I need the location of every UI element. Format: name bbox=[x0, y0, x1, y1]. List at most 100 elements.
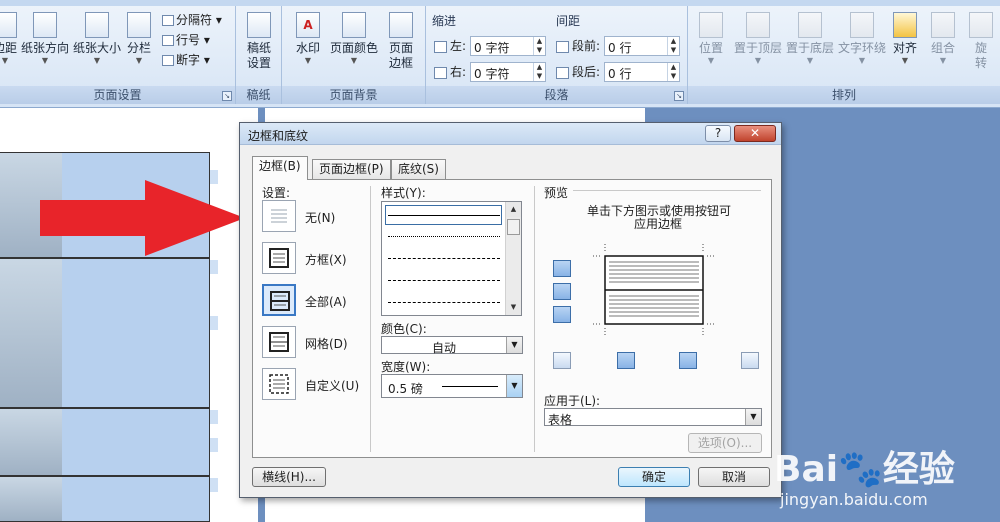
tab-borders[interactable]: 边框(B) bbox=[252, 156, 308, 180]
chevron-down-icon[interactable]: ▼ bbox=[745, 409, 761, 425]
chevron-down-icon: ▼ bbox=[806, 56, 814, 65]
red-arrow-annotation bbox=[40, 180, 245, 256]
color-select[interactable]: 自动 ▼ bbox=[381, 336, 523, 355]
dialog-launcher-icon[interactable]: ↘ bbox=[674, 91, 684, 101]
settings-title: 设置: bbox=[262, 186, 291, 200]
group-draft-paper: 稿纸 设置 稿纸 bbox=[236, 6, 282, 104]
spinner-arrows-icon[interactable]: ▲ ▼ bbox=[533, 37, 545, 55]
setting-all-icon[interactable] bbox=[262, 284, 296, 316]
group-button[interactable]: 组合 ▼ bbox=[928, 12, 958, 66]
animal-image bbox=[0, 477, 62, 521]
hyphenation-button[interactable]: 断字 ▾ bbox=[162, 52, 210, 68]
style-option-long-dash[interactable] bbox=[388, 280, 500, 281]
setting-none-icon[interactable] bbox=[262, 200, 296, 232]
columns-icon bbox=[127, 12, 151, 38]
setting-all-label[interactable]: 全部(A) bbox=[305, 293, 347, 310]
watermark-button[interactable]: A 水印 ▼ bbox=[292, 12, 324, 66]
columns-button[interactable]: 分栏 ▼ bbox=[124, 12, 154, 66]
indent-left-label: 左: bbox=[434, 36, 466, 56]
page-color-button[interactable]: 页面颜色 ▼ bbox=[328, 12, 380, 66]
rotate-button[interactable]: 旋 转 bbox=[966, 12, 996, 71]
space-after-input[interactable]: 0 行 ▲ ▼ bbox=[604, 62, 680, 82]
setting-grid-label[interactable]: 网格(D) bbox=[305, 335, 348, 352]
ok-button[interactable]: 确定 bbox=[618, 467, 690, 487]
indent-title: 缩进 bbox=[432, 14, 457, 28]
orientation-button[interactable]: 纸张方向 ▼ bbox=[20, 12, 70, 66]
style-option-dash-dot[interactable] bbox=[388, 302, 500, 303]
dialog-titlebar[interactable]: 边框和底纹 ? ✕ bbox=[240, 123, 781, 145]
chevron-down-icon[interactable]: ▼ bbox=[506, 337, 522, 353]
chevron-down-icon[interactable]: ▼ bbox=[506, 375, 522, 397]
watermark-icon: A bbox=[296, 12, 320, 38]
width-select[interactable]: 0.5 磅 ▼ bbox=[381, 374, 523, 398]
style-option-dashed[interactable] bbox=[388, 258, 500, 259]
border-right-button[interactable] bbox=[679, 352, 697, 369]
align-icon bbox=[893, 12, 917, 38]
apply-to-select[interactable]: 表格 ▼ bbox=[544, 408, 762, 427]
bring-to-front-button[interactable]: 置于顶层 ▼ bbox=[732, 12, 784, 66]
tab-shading[interactable]: 底纹(S) bbox=[391, 159, 446, 179]
paper-size-button[interactable]: 纸张大小 ▼ bbox=[72, 12, 122, 66]
text-wrap-button[interactable]: 文字环绕 ▼ bbox=[836, 12, 888, 66]
spinner-arrows-icon[interactable]: ▲ ▼ bbox=[667, 37, 679, 55]
style-list[interactable]: ▲ ▼ bbox=[381, 201, 522, 316]
margins-button[interactable]: 边距 ▼ bbox=[0, 12, 22, 66]
table-row[interactable] bbox=[0, 408, 210, 476]
indent-right-input[interactable]: 0 字符 ▲ ▼ bbox=[470, 62, 546, 82]
setting-custom-label[interactable]: 自定义(U) bbox=[305, 377, 359, 394]
line-numbers-button[interactable]: 行号 ▾ bbox=[162, 32, 210, 48]
orientation-icon bbox=[33, 12, 57, 38]
divider bbox=[573, 190, 761, 191]
scrollbar-thumb[interactable] bbox=[507, 219, 520, 235]
options-button[interactable]: 选项(O)... bbox=[688, 433, 762, 453]
setting-grid-icon[interactable] bbox=[262, 326, 296, 358]
space-before-input[interactable]: 0 行 ▲ ▼ bbox=[604, 36, 680, 56]
style-option-solid[interactable] bbox=[388, 215, 500, 216]
watermark-url: jingyan.baidu.com bbox=[780, 490, 928, 509]
group-caption: 排列 bbox=[688, 86, 1000, 104]
setting-box-label[interactable]: 方框(X) bbox=[305, 251, 347, 268]
border-diagonal-down-button[interactable] bbox=[741, 352, 759, 369]
spinner-arrows-icon[interactable]: ▲ ▼ bbox=[533, 63, 545, 81]
space-after-icon bbox=[556, 66, 569, 79]
style-title: 样式(Y): bbox=[381, 186, 426, 200]
scroll-down-icon[interactable]: ▼ bbox=[506, 300, 521, 315]
table-row[interactable] bbox=[0, 258, 210, 408]
scroll-up-icon[interactable]: ▲ bbox=[506, 202, 521, 217]
border-top-button[interactable] bbox=[553, 260, 571, 277]
setting-box-icon[interactable] bbox=[262, 242, 296, 274]
width-sample-line bbox=[442, 386, 498, 387]
spinner-arrows-icon[interactable]: ▲ ▼ bbox=[667, 63, 679, 81]
table-row[interactable] bbox=[0, 476, 210, 522]
horizontal-line-button[interactable]: 横线(H)... bbox=[252, 467, 326, 487]
close-button[interactable]: ✕ bbox=[734, 125, 776, 142]
space-before-label: 段前: bbox=[556, 36, 600, 56]
preview-diagram[interactable] bbox=[593, 244, 717, 336]
space-after-label: 段后: bbox=[556, 62, 600, 82]
group-page-setup: 边距 ▼ 纸张方向 ▼ 纸张大小 ▼ 分栏 ▼ 分隔符 ▾ 行号 ▾ 断字 ▾ … bbox=[0, 6, 236, 104]
breaks-button[interactable]: 分隔符 ▾ bbox=[162, 12, 222, 28]
setting-none-label[interactable]: 无(N) bbox=[305, 209, 335, 226]
group-icon bbox=[931, 12, 955, 38]
style-scrollbar[interactable]: ▲ ▼ bbox=[505, 202, 521, 315]
page-borders-button[interactable]: 页面 边框 bbox=[384, 12, 418, 71]
document-page[interactable] bbox=[0, 108, 258, 522]
setting-custom-icon[interactable] bbox=[262, 368, 296, 400]
border-diagonal-up-button[interactable] bbox=[553, 352, 571, 369]
align-button[interactable]: 对齐 ▼ bbox=[890, 12, 920, 66]
border-bottom-button[interactable] bbox=[553, 306, 571, 323]
width-title: 宽度(W): bbox=[381, 360, 431, 374]
preview-hint-line2: 应用边框 bbox=[634, 217, 683, 231]
chevron-down-icon: ▼ bbox=[350, 56, 358, 65]
indent-left-input[interactable]: 0 字符 ▲ ▼ bbox=[470, 36, 546, 56]
border-left-button[interactable] bbox=[617, 352, 635, 369]
dialog-launcher-icon[interactable]: ↘ bbox=[222, 91, 232, 101]
help-button[interactable]: ? bbox=[705, 125, 731, 142]
position-button[interactable]: 位置 ▼ bbox=[694, 12, 728, 66]
draft-settings-button[interactable]: 稿纸 设置 bbox=[242, 12, 276, 71]
border-middle-button[interactable] bbox=[553, 283, 571, 300]
tab-page-border[interactable]: 页面边框(P) bbox=[312, 159, 391, 179]
send-to-back-button[interactable]: 置于底层 ▼ bbox=[784, 12, 836, 66]
color-title: 颜色(C): bbox=[381, 322, 427, 336]
style-option-dotted[interactable] bbox=[388, 236, 500, 237]
